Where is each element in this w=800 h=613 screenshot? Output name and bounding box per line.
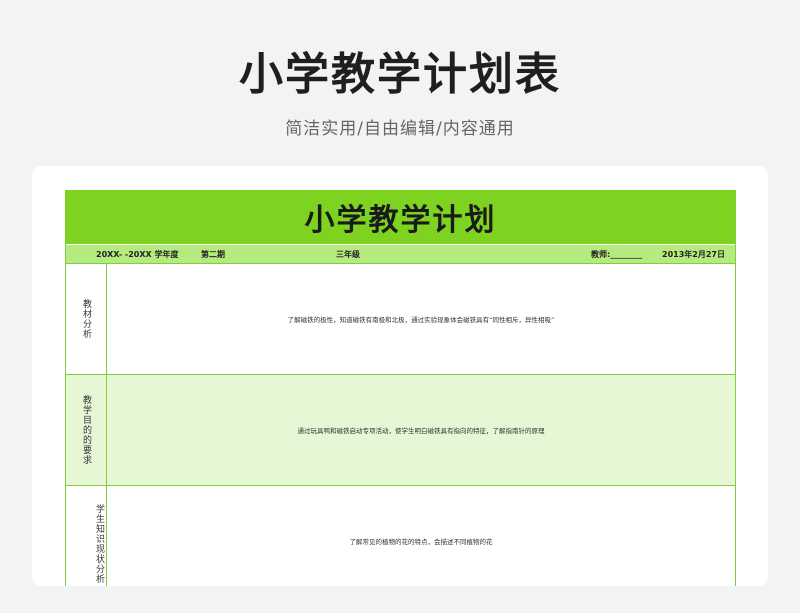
row-label: 教学目的的要求 (66, 375, 107, 485)
row-teaching-goals: 教学目的的要求 通过玩具鸭和磁铁启动专项活动，使学生明白磁铁具有指向的特征，了解… (66, 375, 735, 486)
row-label: 教材分析 (66, 264, 107, 374)
info-row: 20XX- -20XX 学年度 第二期 三年级 教师:________ 2013… (66, 244, 735, 264)
sheet-title: 小学教学计划 (304, 203, 497, 238)
sheet-banner: 小学教学计划 (66, 190, 735, 244)
preview-card: 小学教学计划 20XX- -20XX 学年度 第二期 三年级 教师:______… (32, 166, 768, 586)
teacher-field: 教师:________ (591, 250, 643, 259)
teaching-plan-sheet: 小学教学计划 20XX- -20XX 学年度 第二期 三年级 教师:______… (65, 190, 736, 586)
row-content: 了解磁铁的极性，知道磁铁有南极和北极，通过实验现象体会磁铁具有“同性相斥，异性相… (287, 316, 555, 324)
row-student-knowledge: 学生知识现状分析 了解常见的植物的花的特点，会描述不同植物的花 (66, 486, 735, 586)
row-material-analysis: 教材分析 了解磁铁的极性，知道磁铁有南极和北极，通过实验现象体会磁铁具有“同性相… (66, 264, 735, 375)
page-subtitle: 简洁实用/自由编辑/内容通用 (285, 119, 515, 139)
row-label: 学生知识现状分析 (66, 486, 107, 586)
row-content: 通过玩具鸭和磁铁启动专项活动，使学生明白磁铁具有指向的特征，了解指南针的原理 (297, 427, 545, 435)
term: 第二期 (201, 250, 225, 259)
school-year: 20XX- -20XX 学年度 (96, 250, 179, 259)
page-title: 小学教学计划表 (239, 49, 561, 100)
date: 2013年2月27日 (662, 250, 725, 259)
row-content: 了解常见的植物的花的特点，会描述不同植物的花 (349, 538, 493, 546)
grade: 三年级 (336, 250, 360, 259)
